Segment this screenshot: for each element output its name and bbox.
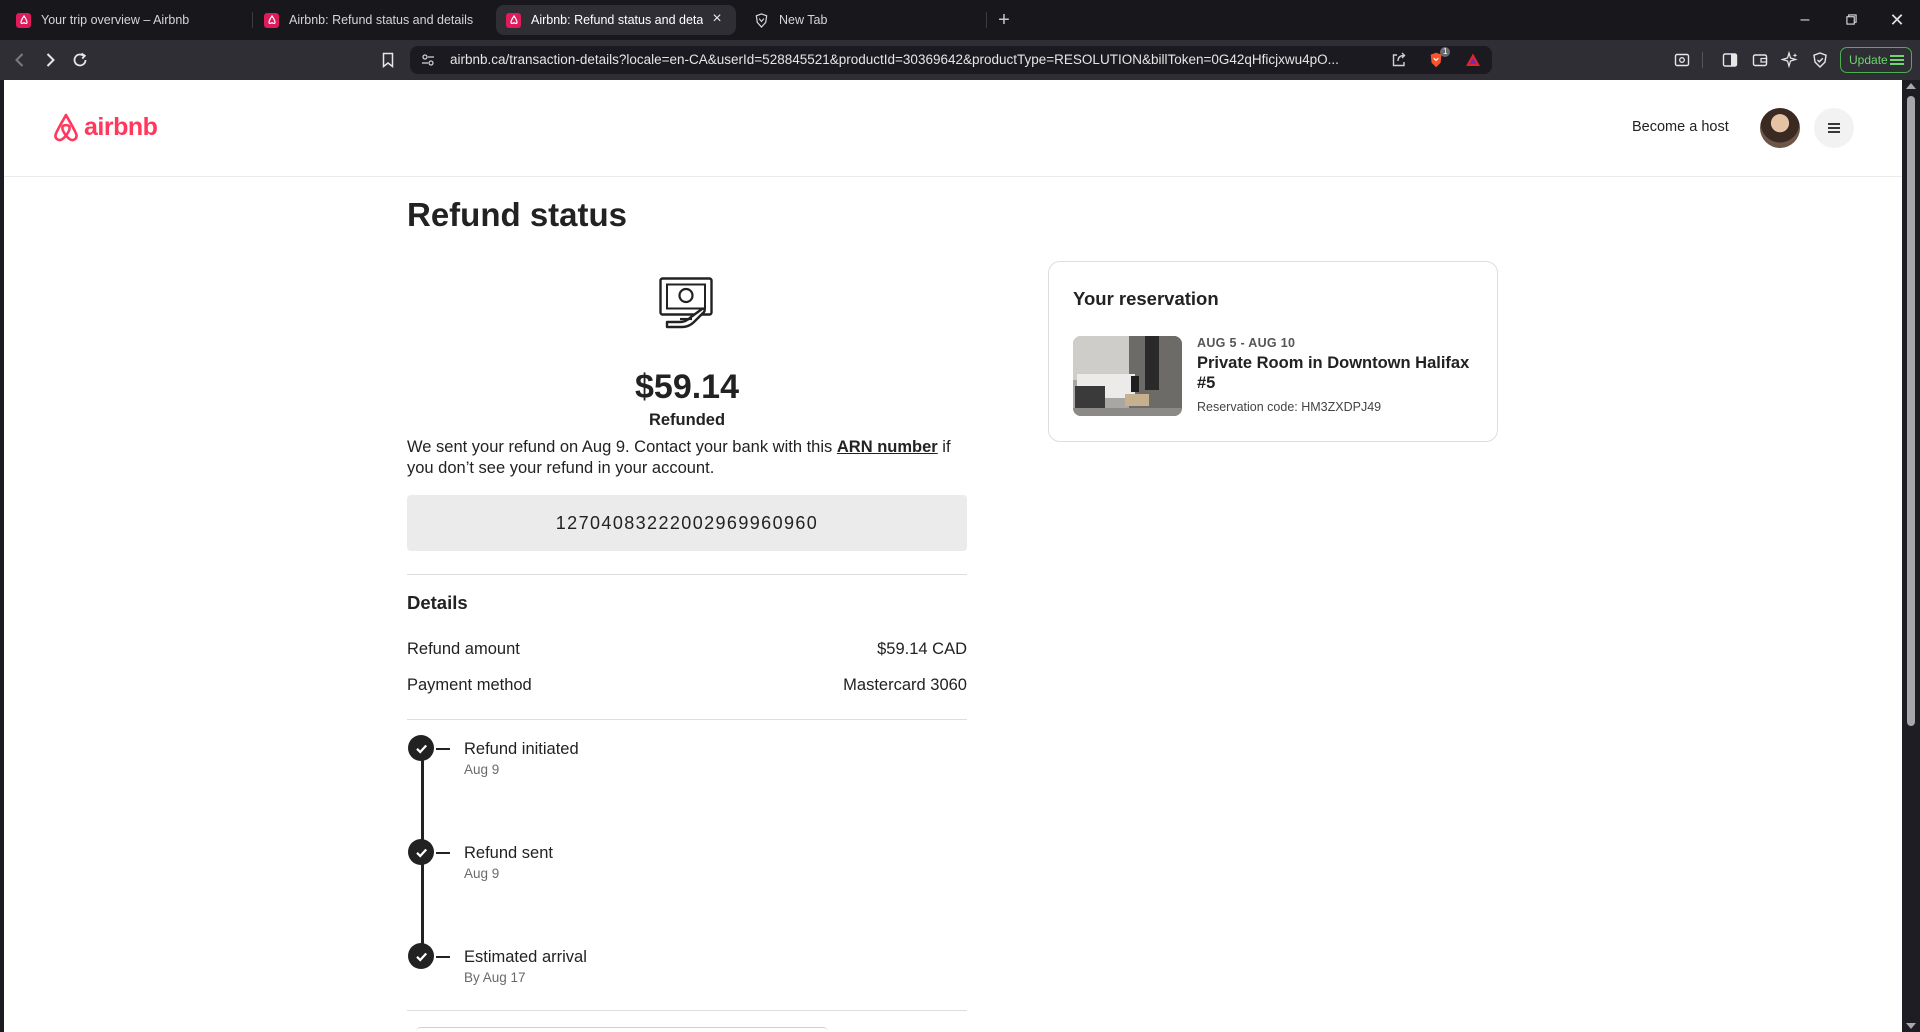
detail-row-payment-method: Payment method Mastercard 3060 [407,676,967,698]
toolbar-divider [1702,52,1703,68]
close-window-icon[interactable]: ✕ [1882,8,1912,32]
reload-button[interactable] [68,48,92,72]
tab-separator [986,12,987,28]
timeline-step-label: Estimated arrival [464,948,587,966]
check-icon [408,839,434,865]
site-header: airbnb Become a host [4,80,1902,177]
tab-title: Airbnb: Refund status and details [531,13,703,27]
check-icon [408,943,434,969]
close-tab-icon[interactable]: × [708,10,726,28]
refund-description-text: We sent your refund on Aug 9. Contact yo… [407,438,837,456]
reservation-card[interactable]: Your reservation AUG 5 - AUG 10 Private … [1048,261,1498,442]
arn-number-box[interactable]: 12704083222002969960960 [407,495,967,551]
detail-label: Refund amount [407,640,520,658]
back-button[interactable] [8,48,32,72]
detail-value: Mastercard 3060 [843,676,967,694]
listing-thumbnail[interactable] [1073,336,1182,416]
airbnb-logo[interactable]: airbnb [51,111,158,143]
minimize-window-icon[interactable]: – [1790,8,1820,32]
timeline-dash [436,748,450,750]
timeline-step-label: Refund initiated [464,740,579,758]
url-text: airbnb.ca/transaction-details?locale=en-… [450,52,1339,67]
reservation-dates: AUG 5 - AUG 10 [1197,336,1296,350]
tab-strip: Your trip overview – Airbnb Airbnb: Refu… [0,0,1920,40]
reservation-code: Reservation code: HM3ZXDPJ49 [1197,400,1382,414]
restore-window-icon[interactable] [1836,8,1866,32]
site-settings-icon[interactable] [420,52,436,68]
check-icon [408,735,434,761]
refund-payment-icon [659,277,713,329]
refund-amount: $59.14 [635,368,739,406]
tab-separator [252,12,253,28]
avatar[interactable] [1760,108,1800,148]
tab-title: New Tab [779,13,828,27]
airbnb-favicon-icon [506,12,521,28]
logo-text: airbnb [84,112,158,141]
brave-shield-favicon-icon [754,12,769,28]
timeline-step-date: Aug 9 [464,762,500,777]
wallet-icon[interactable] [1748,48,1772,72]
refund-description: We sent your refund on Aug 9. Contact yo… [407,437,967,479]
tab-refund-status-1[interactable]: Airbnb: Refund status and details [256,5,496,35]
menu-icon [1890,55,1904,65]
detail-label: Payment method [407,676,532,694]
update-button[interactable]: Update [1840,47,1912,73]
vpn-shield-icon[interactable] [1808,48,1832,72]
shields-count-badge: 1 [1440,47,1451,57]
tab-title: Your trip overview – Airbnb [41,13,190,27]
scroll-up-icon[interactable] [1906,83,1916,89]
timeline-connector [421,858,424,946]
browser-toolbar: airbnb.ca/transaction-details?locale=en-… [0,40,1920,80]
timeline-step-date: Aug 9 [464,866,500,881]
become-a-host-link[interactable]: Become a host [1632,119,1729,135]
update-label: Update [1849,53,1888,67]
hamburger-menu-button[interactable] [1814,108,1854,148]
listing-name[interactable]: Private Room in Downtown Halifax #5 [1197,353,1482,393]
arn-number-link[interactable]: ARN number [837,438,938,456]
page-title: Refund status [407,196,628,233]
page-scrollbar[interactable] [1902,80,1920,1032]
reservation-heading: Your reservation [1073,288,1219,309]
address-bar[interactable]: airbnb.ca/transaction-details?locale=en-… [410,46,1492,74]
new-tab-button[interactable]: + [992,8,1016,32]
timeline-step-date: By Aug 17 [464,970,526,985]
divider [407,1010,967,1011]
share-icon[interactable] [1390,51,1408,69]
scrollbar-thumb[interactable] [1907,96,1915,726]
detail-value: $59.14 CAD [877,640,967,658]
tab-new-tab[interactable]: New Tab [746,5,986,35]
screenshot-tool-icon[interactable] [1670,48,1694,72]
timeline-dash [436,956,450,958]
sidebar-toggle-icon[interactable] [1718,48,1742,72]
next-section-edge [416,1027,828,1032]
detail-row-refund-amount: Refund amount $59.14 CAD [407,640,967,662]
divider [407,574,967,575]
forward-button[interactable] [38,48,62,72]
brave-rewards-icon[interactable] [1464,51,1482,69]
timeline-connector [421,754,424,842]
airbnb-favicon-icon [264,12,279,28]
bookmark-icon[interactable] [376,48,400,72]
tab-title: Airbnb: Refund status and details [289,13,474,27]
hamburger-icon [1828,123,1840,133]
divider [407,719,967,720]
tab-refund-status-active[interactable]: Airbnb: Refund status and details × [496,5,736,35]
tab-trip-overview[interactable]: Your trip overview – Airbnb [8,5,248,35]
leo-ai-icon[interactable] [1778,48,1802,72]
timeline-step-label: Refund sent [464,844,553,862]
page-content: airbnb Become a host Refund status $59.1… [4,80,1902,1032]
refund-status-label: Refunded [648,411,726,429]
scroll-down-icon[interactable] [1906,1023,1916,1029]
airbnb-belo-icon [54,113,78,142]
airbnb-favicon-icon [16,12,31,28]
timeline-dash [436,852,450,854]
details-heading: Details [407,592,468,613]
brave-shields-icon[interactable]: 1 [1428,47,1451,70]
